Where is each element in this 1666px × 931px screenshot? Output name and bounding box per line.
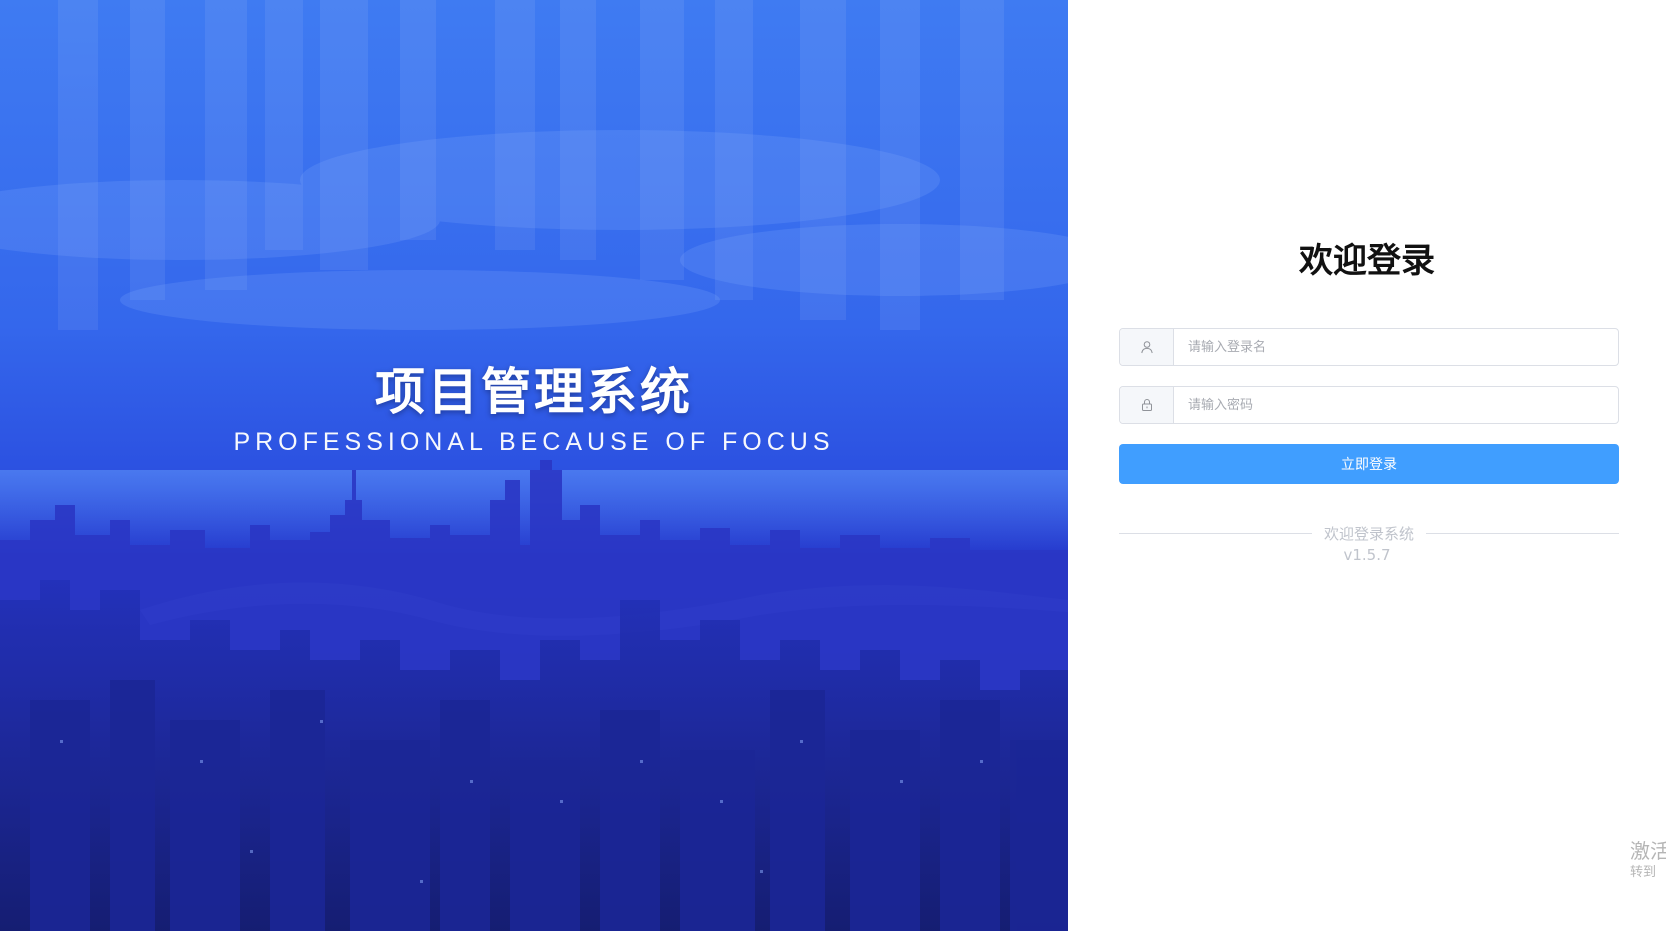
hero-banner: 项目管理系统 PROFESSIONAL BECAUSE OF FOCUS xyxy=(0,0,1068,931)
login-button[interactable]: 立即登录 xyxy=(1119,444,1619,484)
password-field xyxy=(1119,386,1619,424)
city-skyline-image xyxy=(0,0,1068,931)
username-input[interactable] xyxy=(1174,329,1618,365)
hero-subtitle: PROFESSIONAL BECAUSE OF FOCUS xyxy=(233,428,835,456)
divider: 欢迎登录系统 xyxy=(1119,522,1619,544)
version-text: v1.5.7 xyxy=(1343,546,1391,564)
password-input[interactable] xyxy=(1174,387,1618,423)
username-field xyxy=(1119,328,1619,366)
activation-watermark: 激活 转到 xyxy=(1630,838,1666,882)
watermark-line1: 激活 xyxy=(1630,839,1666,863)
hero-title: 项目管理系统 xyxy=(375,363,693,421)
login-title: 欢迎登录 xyxy=(1299,241,1435,281)
user-icon xyxy=(1120,329,1174,365)
divider-line-right xyxy=(1426,533,1619,534)
lock-icon xyxy=(1120,387,1174,423)
login-page: 项目管理系统 PROFESSIONAL BECAUSE OF FOCUS 欢迎登… xyxy=(0,0,1666,931)
watermark-line2: 转到 xyxy=(1630,865,1657,880)
login-panel: 欢迎登录 立即登录 欢迎登录系统 xyxy=(1068,0,1666,931)
